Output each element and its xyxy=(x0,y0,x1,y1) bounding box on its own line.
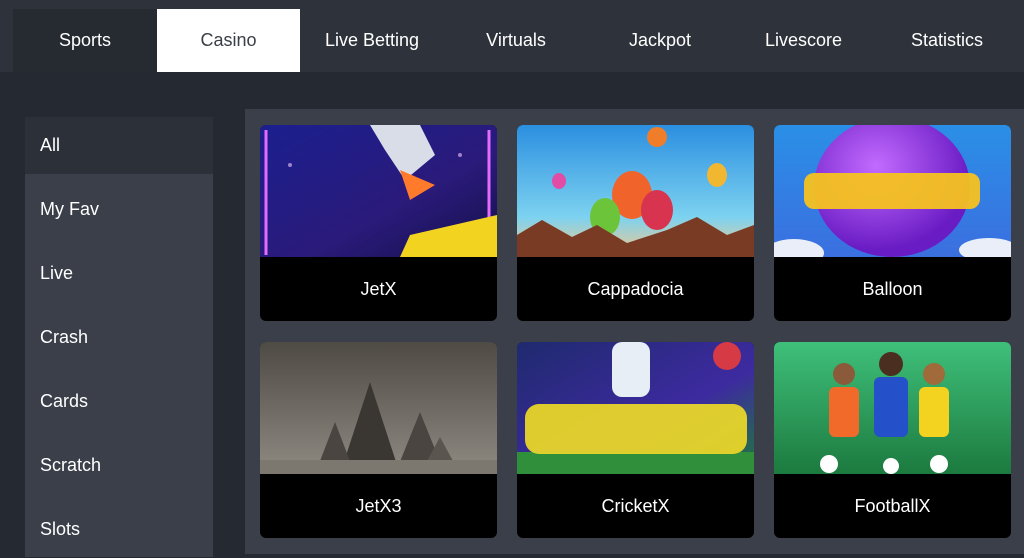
sidebar-item-my-fav[interactable]: My Fav xyxy=(25,181,213,238)
tab-live-betting-label: Live Betting xyxy=(324,30,420,50)
tab-sports[interactable]: Sports xyxy=(13,9,157,72)
sidebar-item-scratch[interactable]: Scratch xyxy=(25,437,213,494)
top-navigation: Sports Casino Live Betting Virtuals Jack… xyxy=(0,0,1024,72)
cappadocia-thumbnail xyxy=(517,125,754,257)
sidebar-item-cards[interactable]: Cards xyxy=(25,373,213,430)
sidebar-item-label: All xyxy=(40,135,61,155)
jetx-thumbnail xyxy=(260,125,497,257)
tab-sports-label: Sports xyxy=(58,30,112,50)
sidebar-item-crash[interactable]: Crash xyxy=(25,309,213,366)
sidebar-item-label: Crash xyxy=(40,327,89,347)
footballx-thumbnail xyxy=(774,342,1011,474)
footballx-thumbnail-art xyxy=(774,342,1011,474)
game-grid: JetX Cappadocia Balloon JetX3 CricketX F… xyxy=(245,109,1024,554)
tab-livescore-label: Livescore xyxy=(764,30,843,50)
balloon-thumbnail-art xyxy=(774,125,1011,257)
cricketx-thumbnail-art xyxy=(517,342,754,474)
tab-livescore[interactable]: Livescore xyxy=(732,9,875,72)
sidebar-item-label: My Fav xyxy=(40,199,100,219)
game-card-title: JetX xyxy=(360,278,397,299)
sidebar-item-all[interactable]: All xyxy=(25,117,213,174)
game-card-title: Cappadocia xyxy=(587,278,684,299)
jetx3-thumbnail xyxy=(260,342,497,474)
game-card-cricketx[interactable]: CricketX xyxy=(517,342,754,538)
game-card-title: FootballX xyxy=(854,495,931,516)
sidebar-item-label: Slots xyxy=(40,519,81,539)
game-card-jetx3[interactable]: JetX3 xyxy=(260,342,497,538)
tab-live-betting[interactable]: Live Betting xyxy=(300,9,444,72)
jetx3-thumbnail-art xyxy=(260,342,497,474)
cappadocia-thumbnail-art xyxy=(517,125,754,257)
tab-virtuals[interactable]: Virtuals xyxy=(444,9,588,72)
sidebar-item-label: Scratch xyxy=(40,455,102,475)
tab-statistics[interactable]: Statistics xyxy=(875,9,1019,72)
sidebar-item-label: Cards xyxy=(40,391,89,411)
tab-virtuals-label: Virtuals xyxy=(486,30,546,50)
tab-jackpot[interactable]: Jackpot xyxy=(588,9,732,72)
game-card-title: JetX3 xyxy=(355,495,402,516)
game-card-jetx[interactable]: JetX xyxy=(260,125,497,321)
tab-statistics-label: Statistics xyxy=(910,30,984,50)
balloon-thumbnail xyxy=(774,125,1011,257)
tab-jackpot-label: Jackpot xyxy=(628,30,692,50)
game-card-title: CricketX xyxy=(601,495,670,516)
sidebar-item-slots[interactable]: Slots xyxy=(25,501,213,558)
sidebar-item-live[interactable]: Live xyxy=(25,245,213,302)
sidebar-item-label: Live xyxy=(40,263,74,283)
game-card-footballx[interactable]: FootballX xyxy=(774,342,1011,538)
tab-casino[interactable]: Casino xyxy=(157,9,300,72)
cricketx-thumbnail xyxy=(517,342,754,474)
game-card-cappadocia[interactable]: Cappadocia xyxy=(517,125,754,321)
jetx-thumbnail-art xyxy=(260,125,497,257)
category-sidebar: All My Fav Live Crash Cards Scratch Slot… xyxy=(25,117,213,557)
game-card-title: Balloon xyxy=(862,278,923,299)
tab-casino-label: Casino xyxy=(200,30,257,50)
game-card-balloon[interactable]: Balloon xyxy=(774,125,1011,321)
